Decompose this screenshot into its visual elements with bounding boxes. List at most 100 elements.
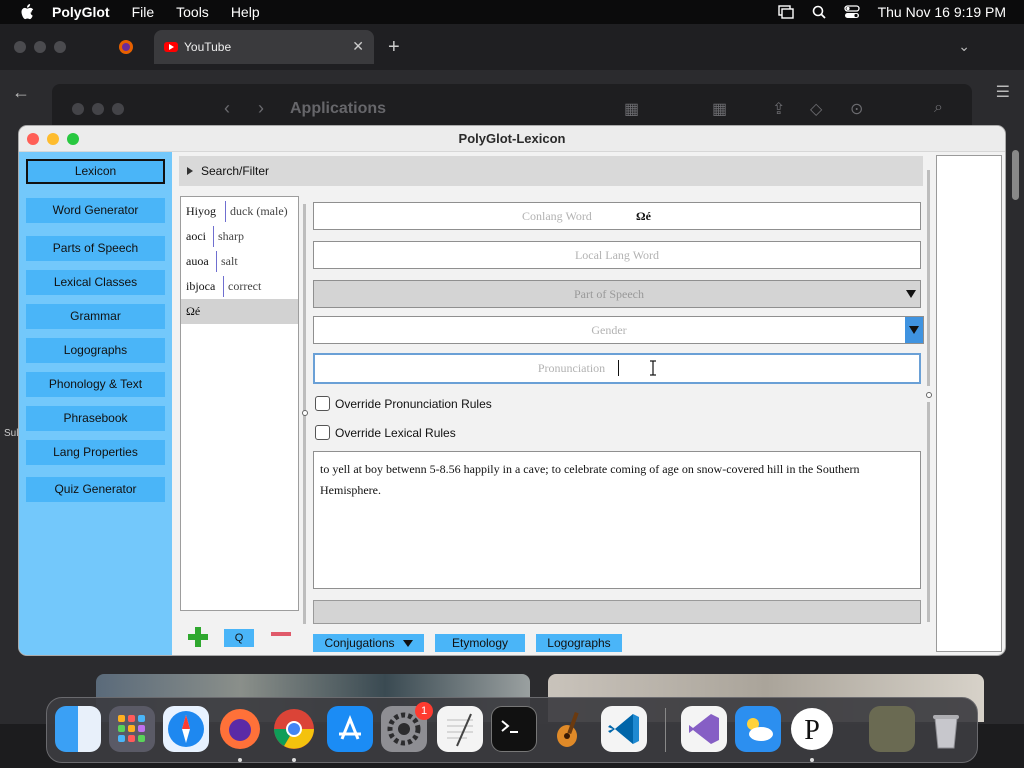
weather-icon[interactable] xyxy=(735,706,781,752)
menu-help[interactable]: Help xyxy=(231,4,260,20)
hamburger-menu-icon[interactable]: ☰ xyxy=(996,82,1010,102)
disclosure-triangle-icon xyxy=(187,167,193,175)
downloads-stack-icon[interactable] xyxy=(869,706,915,752)
pronunciation-placeholder: Pronunciation xyxy=(537,361,606,375)
polyglot-icon[interactable]: P xyxy=(789,706,835,752)
conlang-word-field[interactable]: Conlang Word Ωé xyxy=(313,202,921,230)
panel-splitter[interactable] xyxy=(927,170,930,386)
pronunciation-field[interactable]: Pronunciation xyxy=(313,353,921,384)
browser-tab-youtube[interactable]: YouTube ✕ xyxy=(154,30,374,64)
sidebar-item-parts-of-speech[interactable]: Parts of Speech xyxy=(26,236,165,261)
menu-file[interactable]: File xyxy=(132,4,155,20)
app-store-icon[interactable] xyxy=(327,706,373,752)
search-filter-toggle[interactable]: Search/Filter xyxy=(179,156,923,186)
screen-mirror-icon[interactable] xyxy=(777,5,794,19)
group-icon[interactable]: ▦ xyxy=(712,99,727,119)
splitter-handle-icon[interactable] xyxy=(926,392,932,398)
firefox-tab-icon[interactable] xyxy=(118,39,134,60)
logographs-button[interactable]: Logographs xyxy=(536,634,622,652)
logograph-preview-panel xyxy=(936,155,1002,652)
splitter-handle-icon[interactable] xyxy=(302,410,308,416)
gender-placeholder: Gender xyxy=(591,323,627,337)
safari-icon[interactable] xyxy=(163,706,209,752)
window-title: PolyGlot-Lexicon xyxy=(458,131,566,146)
checkbox-box[interactable] xyxy=(315,425,330,440)
sidebar-item-lexical-classes[interactable]: Lexical Classes xyxy=(26,270,165,295)
chrome-icon[interactable] xyxy=(271,706,317,752)
panel-splitter[interactable] xyxy=(927,402,930,622)
finder-forward-icon[interactable]: › xyxy=(258,98,264,119)
sidebar-item-phrasebook[interactable]: Phrasebook xyxy=(26,406,165,431)
word-list[interactable]: Hiyog duck (male) aoci sharp auoa salt i… xyxy=(180,196,299,611)
dock: 1 P xyxy=(46,697,978,763)
control-center-icon[interactable] xyxy=(843,5,860,19)
list-item[interactable]: auoa salt xyxy=(181,249,298,274)
back-arrow-icon[interactable]: ← xyxy=(12,82,30,103)
sidebar-item-quiz-generator[interactable]: Quiz Generator xyxy=(26,477,165,502)
finder-search-icon[interactable]: ⌕ xyxy=(934,99,943,117)
override-lexical-checkbox[interactable]: Override Lexical Rules xyxy=(315,425,456,440)
delete-word-button[interactable] xyxy=(271,632,291,636)
list-item[interactable]: aoci sharp xyxy=(181,224,298,249)
apple-icon[interactable] xyxy=(18,3,36,21)
launchpad-icon[interactable] xyxy=(109,706,155,752)
share-icon[interactable]: ⇪ xyxy=(772,99,785,119)
finder-close-dot[interactable] xyxy=(72,103,84,115)
more-icon[interactable]: ⊙ xyxy=(850,99,863,119)
terminal-icon[interactable] xyxy=(491,706,537,752)
menu-tools[interactable]: Tools xyxy=(176,4,209,20)
close-icon[interactable]: ✕ xyxy=(352,38,364,55)
finder-minimize-dot[interactable] xyxy=(92,103,104,115)
tag-icon[interactable]: ◇ xyxy=(810,99,822,119)
finder-back-icon[interactable]: ‹ xyxy=(224,98,230,119)
browser-tab-label: YouTube xyxy=(184,40,232,54)
vscode-icon[interactable] xyxy=(601,706,647,752)
conjugations-button[interactable]: Conjugations xyxy=(313,634,424,652)
list-item-conword: aoci xyxy=(186,229,206,243)
firefox-icon[interactable] xyxy=(217,706,263,752)
checkbox-box[interactable] xyxy=(315,396,330,411)
browser-minimize-dot[interactable] xyxy=(34,41,46,53)
textedit-icon[interactable] xyxy=(437,706,483,752)
sidebar-item-lexicon[interactable]: Lexicon xyxy=(26,159,165,184)
menu-app-name[interactable]: PolyGlot xyxy=(52,4,110,20)
list-item-local: duck (male) xyxy=(225,201,288,222)
sidebar-item-grammar[interactable]: Grammar xyxy=(26,304,165,329)
sidebar-item-logographs[interactable]: Logographs xyxy=(26,338,165,363)
checkbox-label: Override Pronunciation Rules xyxy=(335,396,492,411)
visual-studio-icon[interactable] xyxy=(681,706,727,752)
etymology-button[interactable]: Etymology xyxy=(435,634,525,652)
new-tab-icon[interactable]: + xyxy=(388,36,400,59)
browser-zoom-dot[interactable] xyxy=(54,41,66,53)
window-titlebar: PolyGlot-Lexicon xyxy=(19,126,1005,152)
grid-view-icon[interactable]: ▦ xyxy=(624,99,639,119)
finder-icon[interactable] xyxy=(55,706,101,752)
list-item-local: sharp xyxy=(213,226,244,247)
chevron-down-icon[interactable]: ⌄ xyxy=(958,38,970,55)
conjugations-label: Conjugations xyxy=(324,636,395,650)
sidebar-item-lang-properties[interactable]: Lang Properties xyxy=(26,440,165,465)
background-side-text: Sul xyxy=(4,428,19,439)
browser-tab-strip: YouTube ✕ + ⌄ xyxy=(0,24,1024,70)
definition-textarea[interactable]: to yell at boy betwenn 5-8.56 happily in… xyxy=(313,451,921,589)
text-caret xyxy=(618,360,619,376)
browser-close-dot[interactable] xyxy=(14,41,26,53)
dock-separator xyxy=(665,708,666,752)
add-word-button[interactable] xyxy=(187,626,209,648)
search-icon[interactable] xyxy=(812,5,826,19)
garageband-icon[interactable] xyxy=(545,706,591,752)
sidebar-item-word-generator[interactable]: Word Generator xyxy=(26,198,165,223)
sidebar-item-phonology-text[interactable]: Phonology & Text xyxy=(26,372,165,397)
part-of-speech-select[interactable]: Part of Speech xyxy=(313,280,921,308)
local-word-field[interactable]: Local Lang Word xyxy=(313,241,921,269)
menu-datetime[interactable]: Thu Nov 16 9:19 PM xyxy=(878,4,1006,20)
gender-select[interactable]: Gender xyxy=(313,316,924,344)
list-item[interactable]: ibjoca correct xyxy=(181,274,298,299)
filter-button[interactable]: Q xyxy=(224,629,254,647)
override-pronunciation-checkbox[interactable]: Override Pronunciation Rules xyxy=(315,396,492,411)
browser-scrollbar[interactable] xyxy=(1012,150,1019,200)
list-item[interactable]: Hiyog duck (male) xyxy=(181,199,298,224)
finder-zoom-dot[interactable] xyxy=(112,103,124,115)
list-item-selected[interactable]: Ωé xyxy=(181,299,298,324)
trash-icon[interactable] xyxy=(923,706,969,752)
